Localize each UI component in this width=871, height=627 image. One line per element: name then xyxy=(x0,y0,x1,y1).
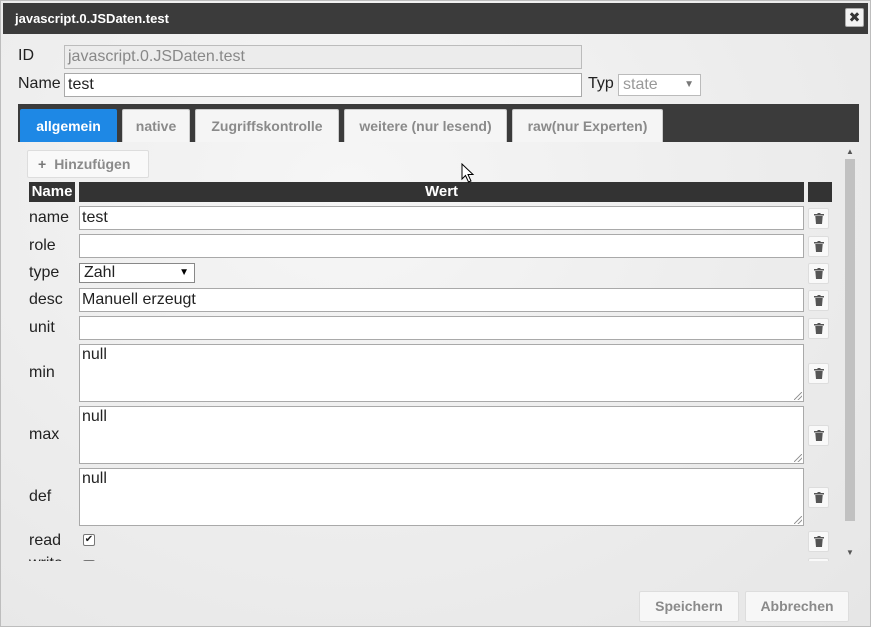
close-button[interactable]: ✖ xyxy=(845,8,864,27)
dialog-title: javascript.0.JSDaten.test xyxy=(15,11,169,26)
typ-select[interactable]: state ▼ xyxy=(618,74,701,96)
min-value-textarea[interactable]: null xyxy=(79,344,804,402)
trash-icon xyxy=(814,241,824,252)
max-value: null xyxy=(82,408,107,425)
row-label-def: def xyxy=(29,488,52,505)
delete-button-write[interactable] xyxy=(808,558,829,561)
tab-raw[interactable]: raw(nur Experten) xyxy=(512,109,663,142)
close-icon: ✖ xyxy=(848,9,861,25)
unit-value-input[interactable] xyxy=(79,316,804,340)
delete-button-def[interactable] xyxy=(808,487,829,508)
trash-icon xyxy=(814,536,824,547)
scroll-up-icon[interactable]: ▲ xyxy=(844,147,856,156)
column-header-name: Name xyxy=(29,182,75,202)
dialog-titlebar: javascript.0.JSDaten.test ✖ xyxy=(3,3,868,34)
checkmark-icon: ✔ xyxy=(84,534,94,545)
name-label: Name xyxy=(18,75,61,92)
chevron-down-icon: ▼ xyxy=(179,267,189,278)
id-field: javascript.0.JSDaten.test xyxy=(64,45,582,69)
add-attribute-button[interactable]: + Hinzufügen xyxy=(27,150,149,178)
cancel-button[interactable]: Abbrechen xyxy=(745,591,849,622)
row-label-role: role xyxy=(29,237,56,254)
type-value-select[interactable]: Zahl ▼ xyxy=(79,263,195,283)
delete-button-name[interactable] xyxy=(808,208,829,229)
tab-native[interactable]: native xyxy=(122,109,190,142)
def-value-textarea[interactable]: null xyxy=(79,468,804,526)
trash-icon xyxy=(814,295,824,306)
trash-icon xyxy=(814,268,824,279)
scrollbar-thumb[interactable] xyxy=(845,159,855,521)
row-label-name: name xyxy=(29,209,70,226)
delete-button-read[interactable] xyxy=(808,531,829,552)
tab-weitere[interactable]: weitere (nur lesend) xyxy=(344,109,507,142)
trash-icon xyxy=(814,213,824,224)
delete-button-type[interactable] xyxy=(808,263,829,284)
name-field[interactable]: test xyxy=(64,73,582,97)
plus-icon: + xyxy=(38,156,47,172)
resize-grip-icon[interactable] xyxy=(794,454,802,462)
def-value: null xyxy=(82,470,107,487)
typ-label: Typ xyxy=(588,75,614,92)
delete-button-unit[interactable] xyxy=(808,318,829,339)
row-label-unit: unit xyxy=(29,319,55,336)
column-header-value: Wert xyxy=(79,182,804,202)
add-attribute-label: Hinzufügen xyxy=(54,156,131,172)
desc-value-input[interactable]: Manuell erzeugt xyxy=(79,288,804,312)
resize-grip-icon[interactable] xyxy=(794,392,802,400)
panel-scrollbar[interactable]: ▲ ▼ xyxy=(844,147,856,557)
resize-grip-icon[interactable] xyxy=(794,516,802,524)
write-checkbox[interactable] xyxy=(83,560,95,561)
id-label: ID xyxy=(18,47,34,64)
row-label-max: max xyxy=(29,426,60,443)
name-value-input[interactable]: test xyxy=(79,206,804,230)
read-checkbox[interactable]: ✔ xyxy=(83,534,95,546)
delete-button-role[interactable] xyxy=(808,236,829,257)
min-value: null xyxy=(82,346,107,363)
max-value-textarea[interactable]: null xyxy=(79,406,804,464)
tab-bar: allgemein native Zugriffskontrolle weite… xyxy=(18,104,859,142)
save-button[interactable]: Speichern xyxy=(639,591,739,622)
delete-button-min[interactable] xyxy=(808,363,829,384)
row-label-type: type xyxy=(29,264,60,281)
tab-allgemein[interactable]: allgemein xyxy=(20,109,117,142)
typ-select-value: state xyxy=(623,76,658,93)
type-value: Zahl xyxy=(84,264,116,281)
tab-zugriffskontrolle[interactable]: Zugriffskontrolle xyxy=(195,109,339,142)
delete-button-desc[interactable] xyxy=(808,290,829,311)
object-edit-dialog: javascript.0.JSDaten.test ✖ ID javascrip… xyxy=(0,0,871,627)
mouse-cursor-icon xyxy=(461,163,475,183)
chevron-down-icon: ▼ xyxy=(684,79,694,90)
delete-button-max[interactable] xyxy=(808,425,829,446)
role-value-input[interactable] xyxy=(79,234,804,258)
trash-icon xyxy=(814,323,824,334)
trash-icon xyxy=(814,430,824,441)
trash-icon xyxy=(814,368,824,379)
row-label-read: read xyxy=(29,532,62,549)
column-header-actions xyxy=(808,182,832,202)
scroll-down-icon[interactable]: ▼ xyxy=(844,548,856,557)
row-label-write: write xyxy=(29,555,63,561)
row-label-min: min xyxy=(29,364,55,381)
row-label-desc: desc xyxy=(29,291,63,308)
tab-panel-allgemein: + Hinzufügen Name Wert name test role typ… xyxy=(18,142,859,561)
trash-icon xyxy=(814,492,824,503)
